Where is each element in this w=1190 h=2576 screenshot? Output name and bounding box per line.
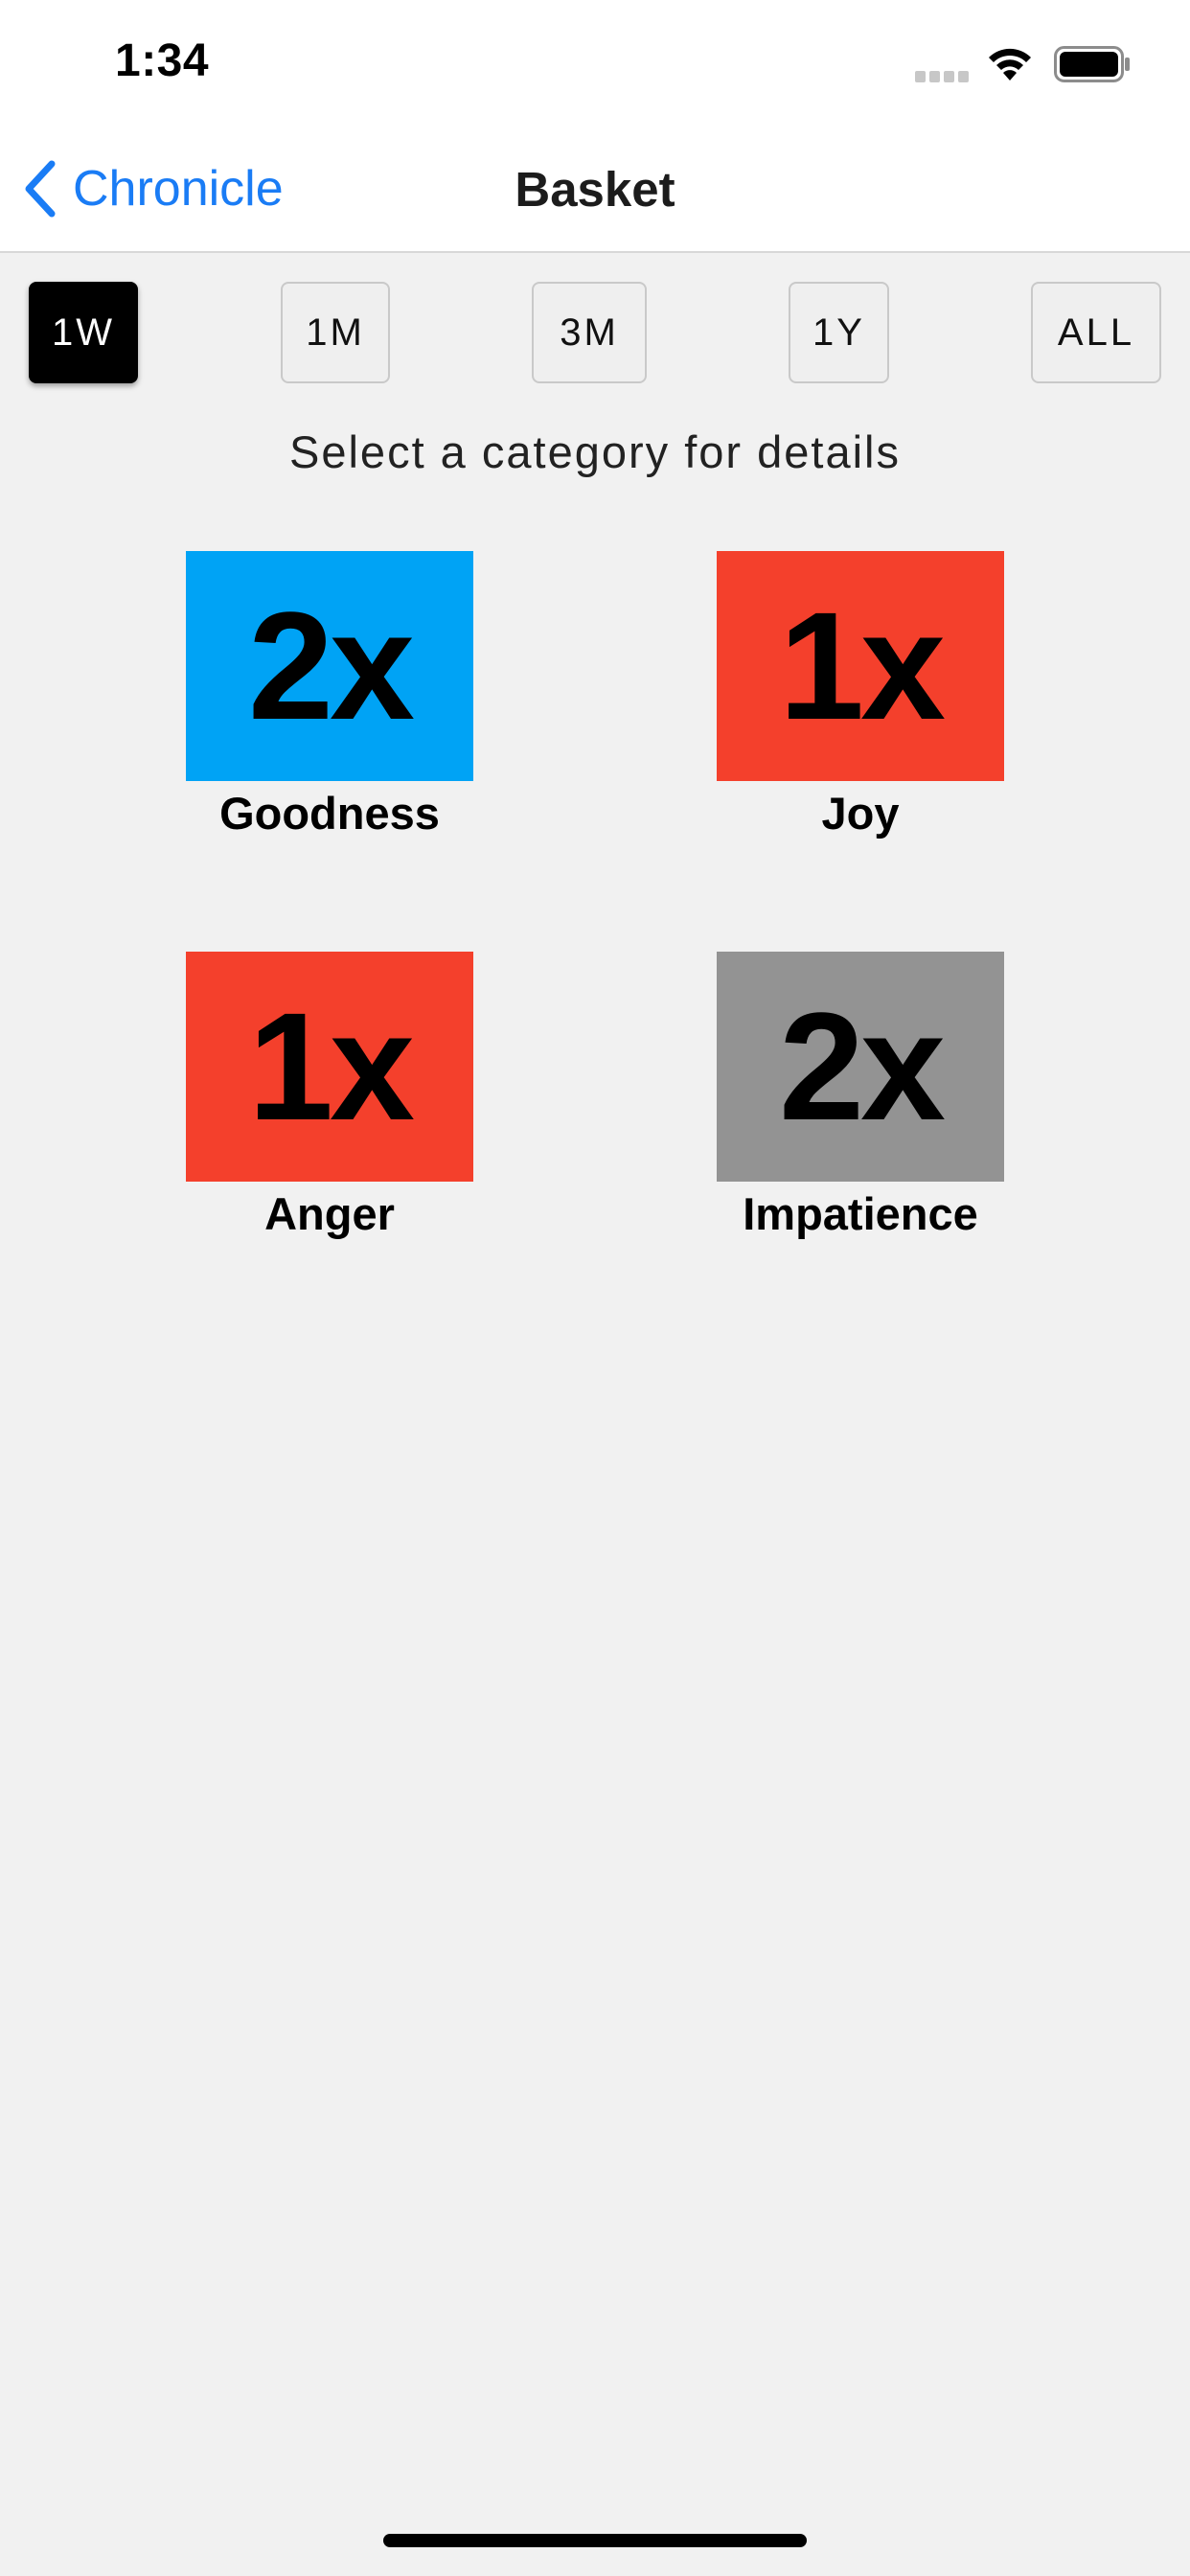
range-button-1w[interactable]: 1W [29,282,138,383]
category-label: Goodness [219,788,440,839]
category-count: 2x [186,551,473,781]
range-button-1m[interactable]: 1M [281,282,390,383]
range-button-3m[interactable]: 3M [532,282,647,383]
range-button-all[interactable]: ALL [1031,282,1161,383]
instruction-text: Select a category for details [289,426,901,477]
category-tile-goodness[interactable]: 2x Goodness [186,551,473,840]
page-title: Basket [515,162,675,217]
range-button-1y[interactable]: 1Y [789,282,889,383]
category-tile-joy[interactable]: 1x Joy [717,551,1004,840]
wifi-icon [989,48,1031,80]
signal-icon [915,69,971,82]
navigation-bar: Chronicle Basket [0,126,1190,253]
category-tile-impatience[interactable]: 2x Impatience [717,952,1004,1240]
battery-icon [1054,46,1130,82]
home-indicator[interactable] [383,2534,807,2547]
screen: 1:34 Chronicle Basket 1W 1M 3M 1Y ALL Se… [0,0,1190,2576]
status-time: 1:34 [115,35,210,86]
category-label: Joy [821,788,900,839]
category-label: Anger [264,1188,395,1239]
category-label: Impatience [743,1188,978,1239]
status-bar: 1:34 [0,0,1190,126]
category-count: 1x [186,952,473,1182]
category-tile-anger[interactable]: 1x Anger [186,952,473,1240]
category-count: 1x [717,551,1004,781]
range-selector: 1W 1M 3M 1Y ALL [0,282,1190,383]
category-count: 2x [717,952,1004,1182]
